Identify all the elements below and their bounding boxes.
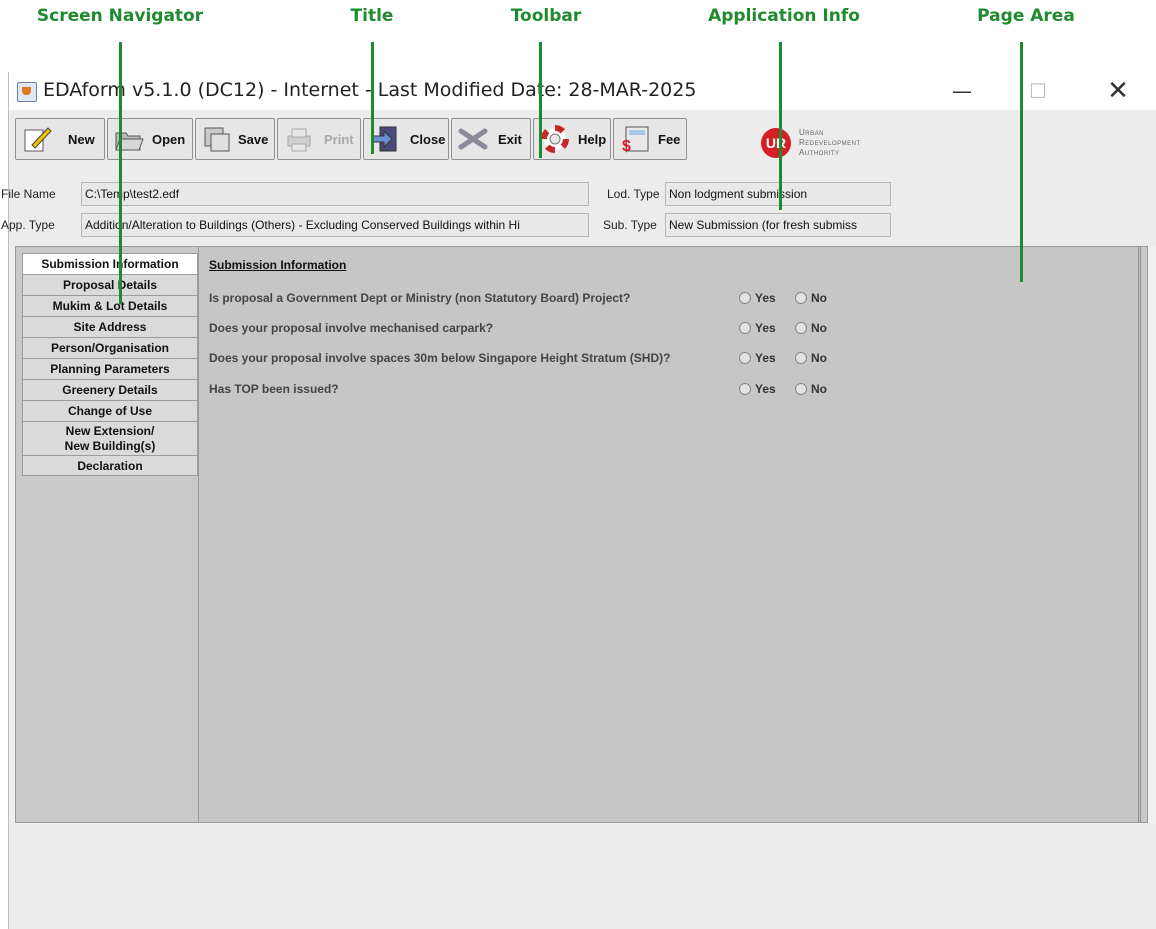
app-window: EDAform v5.1.0 (DC12) - Internet - Last …: [1, 72, 1156, 929]
new-document-icon: [24, 127, 52, 152]
annotation-title: Title: [350, 6, 394, 26]
question-row: Is proposal a Government Dept or Ministr…: [209, 289, 909, 307]
new-button[interactable]: New: [15, 118, 105, 160]
annotation-application-info: Application Info: [708, 6, 860, 26]
nav-item-submission-information[interactable]: Submission Information: [22, 253, 198, 274]
help-button[interactable]: Help: [533, 118, 611, 160]
app-type-field: Addition/Alteration to Buildings (Others…: [81, 213, 589, 237]
annotation-line-title: [371, 42, 374, 154]
question-text: Has TOP been issued?: [209, 382, 339, 396]
minimize-button[interactable]: —: [939, 74, 985, 108]
nav-item-mukim-lot-details[interactable]: Mukim & Lot Details: [22, 295, 198, 316]
no-radio[interactable]: [795, 292, 807, 304]
nav-item-person-organisation[interactable]: Person/Organisation: [22, 337, 198, 358]
nav-item-change-of-use[interactable]: Change of Use: [22, 400, 198, 421]
no-radio-label: No: [811, 382, 827, 396]
svg-text:$: $: [622, 138, 631, 153]
no-radio-label: No: [811, 321, 827, 335]
sub-type-label: Sub. Type: [603, 218, 657, 232]
yes-radio-label: Yes: [755, 351, 776, 365]
yes-radio[interactable]: [739, 383, 751, 395]
fee-button[interactable]: $ Fee: [613, 118, 687, 160]
yes-radio-label: Yes: [755, 321, 776, 335]
yes-radio[interactable]: [739, 322, 751, 334]
close-label: Close: [410, 132, 446, 147]
print-label: Print: [324, 132, 354, 147]
annotation-line-application-info: [779, 42, 782, 210]
ura-logo: UR Urban Redevelopment Authority: [761, 126, 921, 162]
java-app-icon: [17, 82, 37, 102]
no-radio-label: No: [811, 351, 827, 365]
nav-item-planning-parameters[interactable]: Planning Parameters: [22, 358, 198, 379]
yes-radio-label: Yes: [755, 291, 776, 305]
ura-logo-mark: UR: [761, 128, 791, 158]
main-content: Submission Information Proposal Details …: [15, 246, 1148, 823]
nav-item-site-address[interactable]: Site Address: [22, 316, 198, 337]
no-radio-label: No: [811, 291, 827, 305]
yes-radio-label: Yes: [755, 382, 776, 396]
calculator-fee-icon: $: [622, 126, 649, 153]
save-label: Save: [238, 132, 269, 147]
exit-button[interactable]: Exit: [451, 118, 531, 160]
window-title: EDAform v5.1.0 (DC12) - Internet - Last …: [43, 79, 697, 101]
file-name-field: C:\Temp\test2.edf: [81, 182, 589, 206]
lifebuoy-icon: [541, 125, 569, 153]
open-label: Open: [152, 132, 186, 147]
fee-label: Fee: [658, 132, 681, 147]
toolbar: New Open Save Print Close Exit Help $ Fe…: [9, 110, 1156, 176]
title-bar: EDAform v5.1.0 (DC12) - Internet - Last …: [9, 72, 1156, 110]
ura-logo-text: Urban Redevelopment Authority: [799, 128, 861, 157]
status-area: [9, 824, 1156, 929]
annotation-screen-navigator: Screen Navigator: [36, 6, 204, 26]
question-row: Has TOP been issued? Yes No: [209, 380, 909, 398]
help-label: Help: [578, 132, 607, 147]
yes-radio[interactable]: [739, 292, 751, 304]
nav-item-proposal-details[interactable]: Proposal Details: [22, 274, 198, 295]
exit-x-icon: [458, 128, 488, 150]
application-info: File Name C:\Temp\test2.edf App. Type Ad…: [1, 176, 1156, 246]
question-text: Does your proposal involve mechanised ca…: [209, 321, 494, 335]
annotation-line-toolbar: [539, 42, 542, 158]
save-icon: [204, 127, 230, 152]
exit-label: Exit: [498, 132, 522, 147]
close-button[interactable]: Close: [363, 118, 449, 160]
yes-radio[interactable]: [739, 352, 751, 364]
nav-item-greenery-details[interactable]: Greenery Details: [22, 379, 198, 400]
printer-icon: [287, 128, 311, 152]
file-name-label: File Name: [1, 187, 56, 201]
no-radio[interactable]: [795, 322, 807, 334]
close-window-button[interactable]: ✕: [1095, 74, 1141, 108]
app-type-label: App. Type: [1, 218, 55, 232]
no-radio[interactable]: [795, 383, 807, 395]
page-title: Submission Information: [209, 258, 347, 272]
print-button[interactable]: Print: [277, 118, 361, 160]
nav-item-new-extension-building[interactable]: New Extension/ New Building(s): [22, 421, 198, 455]
annotation-toolbar: Toolbar: [510, 6, 582, 26]
question-text: Is proposal a Government Dept or Ministr…: [209, 291, 631, 305]
no-radio[interactable]: [795, 352, 807, 364]
annotation-line-screen-navigator: [119, 42, 122, 304]
screen-navigator: Submission Information Proposal Details …: [22, 253, 198, 476]
nav-item-new-extension-line2: New Building(s): [64, 439, 156, 453]
nav-item-declaration[interactable]: Declaration: [22, 455, 198, 476]
question-text: Does your proposal involve spaces 30m be…: [209, 351, 671, 365]
save-button[interactable]: Save: [195, 118, 275, 160]
lod-type-label: Lod. Type: [607, 187, 660, 201]
annotation-page-area: Page Area: [977, 6, 1075, 26]
question-row: Does your proposal involve mechanised ca…: [209, 319, 909, 337]
close-door-icon: [371, 126, 397, 152]
new-label: New: [68, 132, 95, 147]
nav-item-new-extension-line1: New Extension/: [65, 424, 155, 438]
sub-type-field: New Submission (for fresh submiss: [665, 213, 891, 237]
question-row: Does your proposal involve spaces 30m be…: [209, 349, 909, 367]
page-area: Submission Information Is proposal a Gov…: [198, 247, 1141, 822]
lod-type-field: Non lodgment submission: [665, 182, 891, 206]
annotation-line-page-area: [1020, 42, 1023, 282]
